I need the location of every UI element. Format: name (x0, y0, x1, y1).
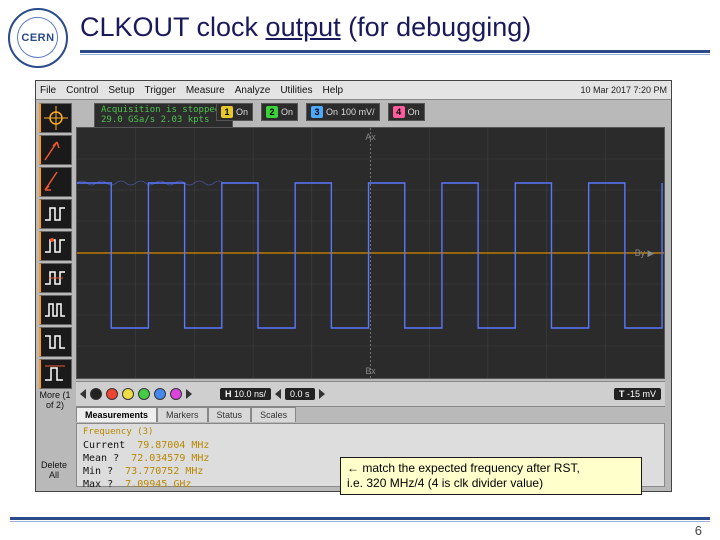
oscilloscope-window: File Control Setup Trigger Measure Analy… (35, 80, 672, 492)
zoom-down-icon[interactable] (39, 167, 72, 197)
tab-measurements[interactable]: Measurements (76, 407, 157, 422)
channel-1-badge[interactable]: 1 On (216, 103, 253, 121)
title-suffix: (for debugging) (341, 12, 532, 42)
channel-3-num: 3 (311, 106, 323, 118)
cern-logo: CERN (8, 8, 68, 68)
scroll-right-icon[interactable] (186, 389, 192, 399)
channel-4-num: 4 (393, 106, 405, 118)
measure-tabs: Measurements Markers Status Scales (76, 407, 296, 422)
slide-title: CLKOUT clock output (for debugging) (80, 12, 531, 43)
dot-red[interactable] (106, 388, 118, 400)
timebase-left-icon[interactable] (275, 389, 281, 399)
footer-rule (10, 517, 710, 520)
channel-3-scale: 100 mV/ (341, 107, 375, 117)
dot-yellow[interactable] (122, 388, 134, 400)
scope-controls-bar: H 10.0 ns/ 0.0 s T -15 mV (76, 381, 665, 407)
title-underlined: output (266, 12, 341, 42)
channel-3-state: On (326, 107, 338, 117)
annotation-box: ← match the expected frequency after RST… (340, 457, 642, 495)
dot-magenta[interactable] (170, 388, 182, 400)
dot-black[interactable] (90, 388, 102, 400)
menu-utilities[interactable]: Utilities (280, 85, 312, 96)
square-wave-4-icon[interactable] (39, 295, 72, 325)
ch3-trace (77, 183, 662, 328)
title-rule (80, 50, 710, 53)
scope-toolbar: More (1 of 2) (39, 103, 71, 411)
square-wave-icon[interactable] (39, 199, 72, 229)
dot-green[interactable] (138, 388, 150, 400)
channel-badge-row: 1 On 2 On 3 On 100 mV/ 4 On (216, 103, 425, 121)
channel-2-state: On (281, 107, 293, 117)
square-wave-3-icon[interactable] (39, 263, 72, 293)
annotation-arrow-icon: ← (347, 461, 359, 475)
acquisition-status: Acquisition is stopped. 29.0 GSa/s 2.03 … (94, 103, 233, 129)
title-prefix: CLKOUT clock (80, 12, 266, 42)
square-wave-6-icon[interactable] (39, 359, 72, 389)
channel-4-badge[interactable]: 4 On (388, 103, 425, 121)
waveform-display[interactable]: Ax By ▶ Bx (76, 127, 665, 379)
tab-scales[interactable]: Scales (251, 407, 296, 422)
menu-control[interactable]: Control (66, 85, 98, 96)
meas-row-current: Current 79.87004 MHz (83, 439, 658, 452)
scroll-left-icon[interactable] (80, 389, 86, 399)
page-number: 6 (695, 523, 702, 538)
menu-file[interactable]: File (40, 85, 56, 96)
menu-analyze[interactable]: Analyze (235, 85, 271, 96)
svg-text:Bx: Bx (365, 366, 376, 376)
tab-status[interactable]: Status (208, 407, 252, 422)
annotation-line1: match the expected frequency after RST, (359, 461, 580, 475)
cursor-icon[interactable] (39, 103, 72, 133)
menu-measure[interactable]: Measure (186, 85, 225, 96)
toolbar-more[interactable]: More (1 of 2) (39, 391, 71, 411)
channel-1-state: On (236, 107, 248, 117)
scope-menubar: File Control Setup Trigger Measure Analy… (36, 81, 671, 100)
timebase-right-icon[interactable] (319, 389, 325, 399)
channel-1-num: 1 (221, 106, 233, 118)
delete-all-button[interactable]: Delete All (39, 461, 69, 481)
scope-timestamp: 10 Mar 2017 7:20 PM (580, 85, 667, 95)
zoom-xy-icon[interactable] (39, 135, 72, 165)
channel-2-badge[interactable]: 2 On (261, 103, 298, 121)
waveform-svg: Ax By ▶ Bx (77, 128, 664, 378)
square-wave-2-icon[interactable] (39, 231, 72, 261)
trigger-T[interactable]: T -15 mV (614, 388, 661, 400)
channel-3-badge[interactable]: 3 On 100 mV/ (306, 103, 380, 121)
tab-markers[interactable]: Markers (157, 407, 208, 422)
dot-blue[interactable] (154, 388, 166, 400)
menu-help[interactable]: Help (323, 85, 344, 96)
timebase-pos[interactable]: 0.0 s (285, 388, 315, 400)
menu-setup[interactable]: Setup (108, 85, 134, 96)
channel-2-num: 2 (266, 106, 278, 118)
channel-4-state: On (408, 107, 420, 117)
meas-header: Frequency (3) (83, 427, 658, 439)
svg-text:Ax: Ax (365, 132, 376, 142)
menu-trigger[interactable]: Trigger (145, 85, 176, 96)
square-wave-5-icon[interactable] (39, 327, 72, 357)
svg-text:By ▶: By ▶ (635, 248, 655, 258)
acq-line2: 29.0 GSa/s 2.03 kpts (101, 116, 226, 126)
timebase-H[interactable]: H 10.0 ns/ (220, 388, 271, 400)
annotation-line2: i.e. 320 MHz/4 (4 is clk divider value) (347, 476, 543, 490)
